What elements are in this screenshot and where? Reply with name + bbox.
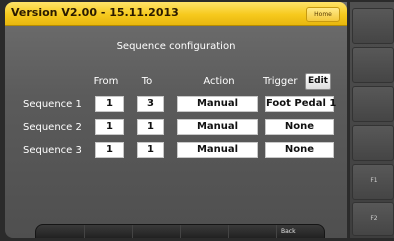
sequence-1-to-field[interactable]: 3 xyxy=(137,96,164,112)
sequence-1-trigger-field[interactable]: Foot Pedal 1 xyxy=(265,96,336,112)
sequence-1-action-field[interactable]: Manual xyxy=(177,96,258,112)
f1-label: F1 xyxy=(370,177,378,184)
softkey-divider xyxy=(180,225,181,238)
side-softkey-4[interactable] xyxy=(352,125,394,161)
sequence-3-trigger-field[interactable]: None xyxy=(265,142,334,158)
bottom-softkey-bar: Back xyxy=(35,224,325,238)
side-softkey-1[interactable] xyxy=(352,8,394,44)
sequence-2-action-field[interactable]: Manual xyxy=(177,119,258,135)
column-header-from: From xyxy=(93,76,119,87)
sequence-2-from-field[interactable]: 1 xyxy=(95,119,124,135)
sequence-3-action-field[interactable]: Manual xyxy=(177,142,258,158)
column-header-to: To xyxy=(141,76,153,87)
softkey-divider xyxy=(84,225,85,238)
f1-button[interactable]: F1 xyxy=(352,164,394,200)
edit-button[interactable]: Edit xyxy=(305,73,331,90)
panel-title: Sequence configuration xyxy=(116,41,236,52)
sequence-3-label: Sequence 3 xyxy=(23,145,82,156)
softkey-divider xyxy=(276,225,277,238)
version-label: Version V2.00 - 15.11.2013 xyxy=(11,6,179,19)
title-bar: Version V2.00 - 15.11.2013 Home xyxy=(5,2,347,26)
sequence-1-label: Sequence 1 xyxy=(23,99,82,110)
main-screen: Version V2.00 - 15.11.2013 Home Sequence… xyxy=(5,2,347,238)
f2-label: F2 xyxy=(370,215,378,222)
sequence-2-to-field[interactable]: 1 xyxy=(137,119,164,135)
back-button[interactable]: Back xyxy=(281,228,296,235)
softkey-divider xyxy=(132,225,133,238)
side-softkey-panel: F1 F2 xyxy=(349,2,394,238)
home-button[interactable]: Home xyxy=(306,7,340,22)
column-header-trigger: Trigger xyxy=(263,76,298,87)
sequence-3-to-field[interactable]: 1 xyxy=(137,142,164,158)
side-softkey-3[interactable] xyxy=(352,86,394,122)
side-softkey-2[interactable] xyxy=(352,47,394,83)
sequence-2-trigger-field[interactable]: None xyxy=(265,119,334,135)
sequence-3-from-field[interactable]: 1 xyxy=(95,142,124,158)
softkey-divider xyxy=(228,225,229,238)
sequence-2-label: Sequence 2 xyxy=(23,122,82,133)
f2-button[interactable]: F2 xyxy=(352,202,394,236)
sequence-1-from-field[interactable]: 1 xyxy=(95,96,124,112)
column-header-action: Action xyxy=(203,76,235,87)
